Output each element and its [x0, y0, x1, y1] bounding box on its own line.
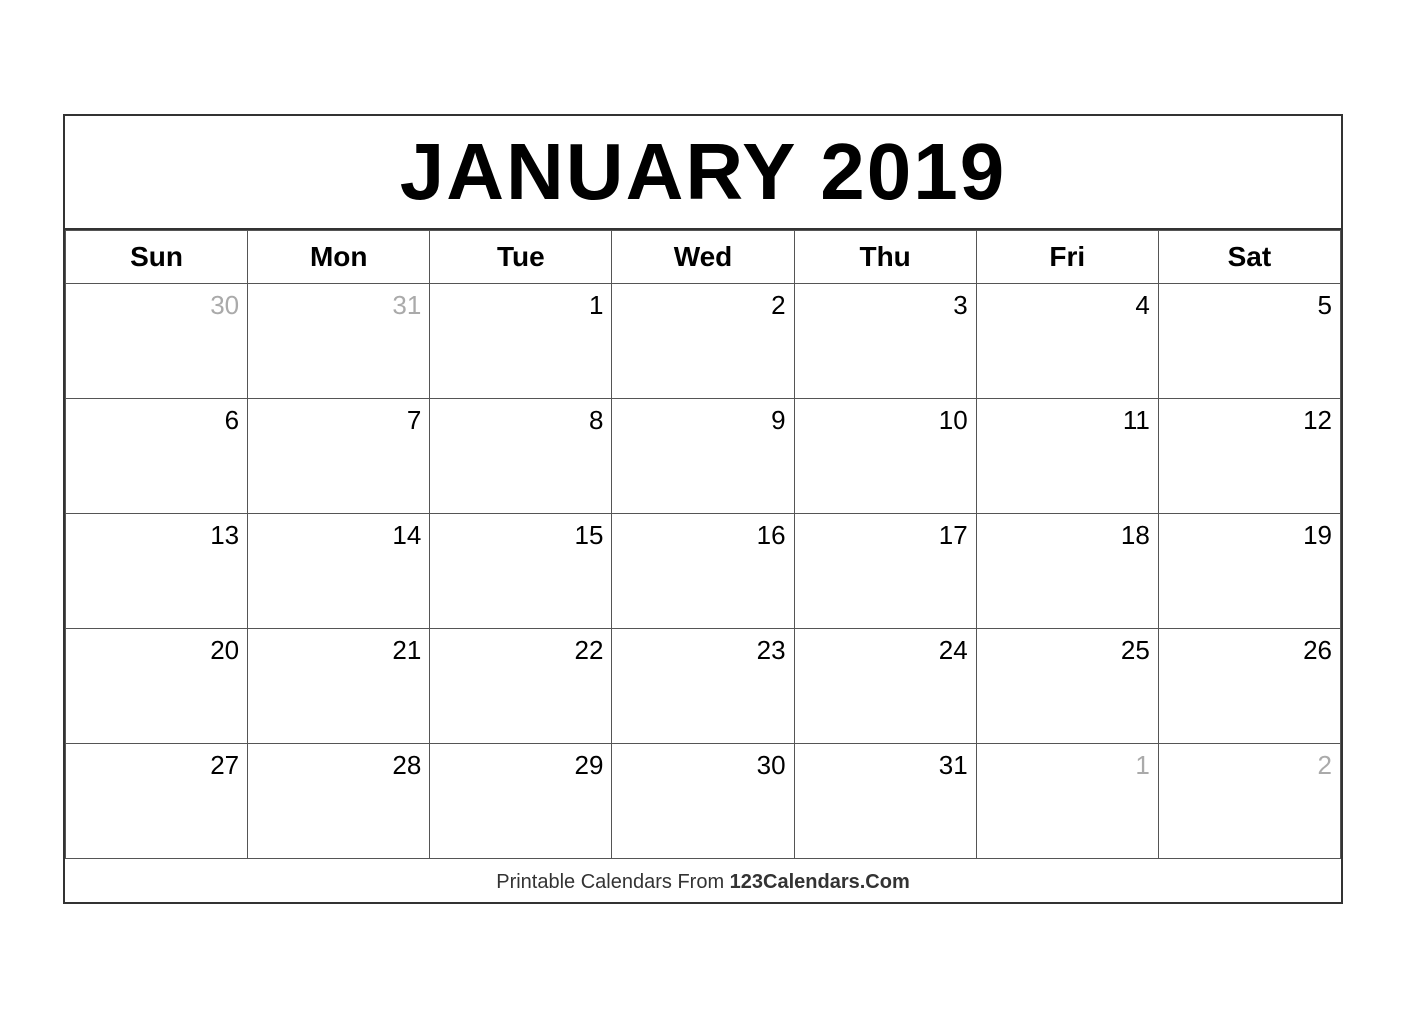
day-header-wed: Wed — [612, 230, 794, 283]
calendar-week-1: 303112345 — [66, 283, 1341, 398]
calendar-day: 23 — [612, 628, 794, 743]
calendar-day: 27 — [66, 743, 248, 858]
calendar-day: 18 — [976, 513, 1158, 628]
calendar-day: 28 — [248, 743, 430, 858]
calendar-day: 10 — [794, 398, 976, 513]
day-header-mon: Mon — [248, 230, 430, 283]
calendar-grid: SunMonTueWedThuFriSat 303112345678910111… — [65, 230, 1341, 859]
calendar-day: 3 — [794, 283, 976, 398]
calendar-day: 26 — [1158, 628, 1340, 743]
calendar-day: 19 — [1158, 513, 1340, 628]
calendar-day: 20 — [66, 628, 248, 743]
calendar-day: 1 — [976, 743, 1158, 858]
calendar-day: 9 — [612, 398, 794, 513]
calendar-day: 12 — [1158, 398, 1340, 513]
calendar-day: 2 — [1158, 743, 1340, 858]
calendar-day: 16 — [612, 513, 794, 628]
calendar-day: 21 — [248, 628, 430, 743]
calendar-week-5: 272829303112 — [66, 743, 1341, 858]
calendar-day: 22 — [430, 628, 612, 743]
calendar-title: JANUARY 2019 — [65, 116, 1341, 230]
calendar-week-4: 20212223242526 — [66, 628, 1341, 743]
day-header-thu: Thu — [794, 230, 976, 283]
calendar-week-3: 13141516171819 — [66, 513, 1341, 628]
calendar-day: 2 — [612, 283, 794, 398]
day-header-sun: Sun — [66, 230, 248, 283]
calendar-day: 4 — [976, 283, 1158, 398]
calendar-day: 30 — [66, 283, 248, 398]
calendar-day: 30 — [612, 743, 794, 858]
calendar-day: 8 — [430, 398, 612, 513]
calendar-day: 15 — [430, 513, 612, 628]
calendar-footer: Printable Calendars From 123Calendars.Co… — [65, 859, 1341, 902]
day-header-fri: Fri — [976, 230, 1158, 283]
calendar-day: 14 — [248, 513, 430, 628]
days-header-row: SunMonTueWedThuFriSat — [66, 230, 1341, 283]
calendar-day: 24 — [794, 628, 976, 743]
calendar-day: 31 — [248, 283, 430, 398]
calendar-day: 25 — [976, 628, 1158, 743]
calendar-day: 13 — [66, 513, 248, 628]
calendar-day: 17 — [794, 513, 976, 628]
calendar-day: 5 — [1158, 283, 1340, 398]
calendar-day: 29 — [430, 743, 612, 858]
calendar-day: 31 — [794, 743, 976, 858]
footer-brand: 123Calendars.Com — [730, 871, 910, 893]
calendar-container: JANUARY 2019 SunMonTueWedThuFriSat 30311… — [63, 114, 1343, 904]
day-header-sat: Sat — [1158, 230, 1340, 283]
calendar-day: 1 — [430, 283, 612, 398]
calendar-day: 7 — [248, 398, 430, 513]
calendar-week-2: 6789101112 — [66, 398, 1341, 513]
calendar-day: 11 — [976, 398, 1158, 513]
day-header-tue: Tue — [430, 230, 612, 283]
calendar-day: 6 — [66, 398, 248, 513]
